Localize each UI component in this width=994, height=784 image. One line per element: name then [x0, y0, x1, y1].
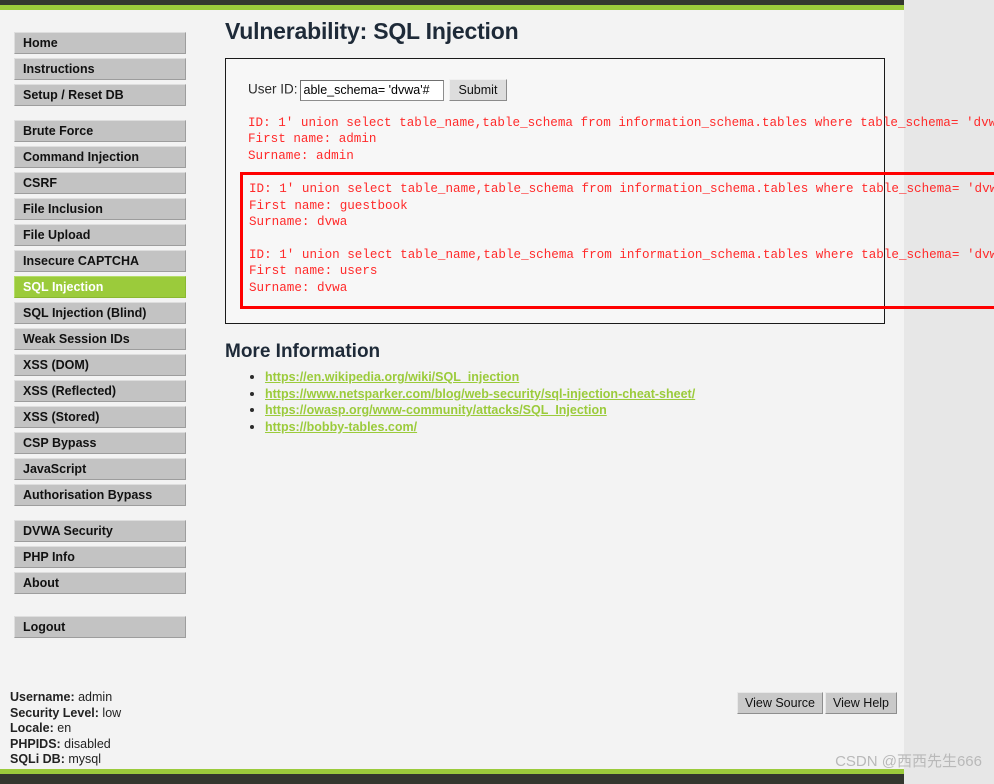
plain-result-line: ID: 1' union select table_name,table_sch… [248, 116, 994, 130]
plain-query-result: ID: 1' union select table_name,table_sch… [226, 115, 994, 164]
csdn-watermark: CSDN @西西先生666 [835, 753, 982, 770]
system-info-key: SQLi DB: [10, 752, 65, 766]
more-information-links: https://en.wikipedia.org/wiki/SQL_inject… [225, 369, 994, 435]
list-item: https://bobby-tables.com/ [265, 419, 994, 436]
sidebar-item-file-inclusion[interactable]: File Inclusion [14, 198, 186, 220]
sidebar-item-about[interactable]: About [14, 572, 186, 594]
highlighted-result-line: Surname: dvwa [249, 280, 348, 295]
system-info-key: PHPIDS: [10, 736, 61, 751]
sidebar-item-xss-reflected[interactable]: XSS (Reflected) [14, 380, 186, 402]
system-info-key: Username: [10, 690, 75, 704]
system-info-value: en [53, 721, 72, 735]
sidebar-item-xss-stored[interactable]: XSS (Stored) [14, 406, 186, 428]
sidebar-item-insecure-captcha[interactable]: Insecure CAPTCHA [14, 250, 186, 272]
highlighted-result-line: ID: 1' union select table_name,table_sch… [249, 247, 994, 262]
sidebar-item-home[interactable]: Home [14, 32, 186, 54]
plain-result-line: Surname: admin [248, 148, 354, 163]
highlighted-result-line: First name: users [249, 264, 378, 279]
sidebar-item-javascript[interactable]: JavaScript [14, 458, 186, 480]
highlighted-result-line: First name: guestbook [249, 198, 408, 213]
sidebar-item-authorisation-bypass[interactable]: Authorisation Bypass [14, 484, 186, 506]
system-info-row: SQLi DB: mysql [10, 752, 220, 768]
system-info-value: admin [74, 690, 113, 704]
list-item: https://owasp.org/www-community/attacks/… [265, 402, 994, 419]
main-content: Vulnerability: SQL Injection User ID: Sub… [225, 18, 994, 435]
user-id-input[interactable] [299, 79, 444, 101]
top-green-bar [0, 5, 904, 10]
bottom-dark-bar [0, 774, 904, 784]
plain-result-line: First name: admin [248, 132, 377, 147]
sidebar-item-file-upload[interactable]: File Upload [14, 224, 186, 246]
sidebar-item-brute-force[interactable]: Brute Force [14, 120, 186, 142]
more-info-link[interactable]: https://en.wikipedia.org/wiki/SQL_inject… [265, 370, 519, 384]
sidebar-group-divider [14, 510, 186, 520]
sidebar-item-command-injection[interactable]: Command Injection [14, 146, 186, 168]
more-info-link[interactable]: https://bobby-tables.com/ [265, 420, 417, 434]
system-info-row: PHPIDS: disabled [10, 737, 220, 753]
sidebar-item-sql-injection[interactable]: SQL Injection [14, 276, 186, 298]
view-help-button[interactable]: View Help [824, 692, 898, 714]
sidebar-item-weak-session-ids[interactable]: Weak Session IDs [14, 328, 186, 350]
system-info-panel: Username: admin Security Level: low Locale… [10, 690, 220, 768]
highlighted-result-box: ID: 1' union select table_name,table_sch… [240, 172, 994, 310]
system-info-key: Security Level: [10, 705, 99, 720]
highlighted-result-line: ID: 1' union select table_name,table_sch… [249, 182, 994, 197]
sidebar-item-sql-injection-blind[interactable]: SQL Injection (Blind) [14, 302, 186, 324]
vulnerability-panel: User ID: Submit ID: 1' union select table… [225, 58, 994, 325]
sidebar-item-php-info[interactable]: PHP Info [14, 546, 186, 568]
more-info-link[interactable]: https://www.netsparker.com/blog/web-secu… [265, 387, 695, 401]
view-source-button[interactable]: View Source [737, 692, 823, 714]
sidebar-item-xss-dom[interactable]: XSS (DOM) [14, 354, 186, 376]
highlighted-query-result: ID: 1' union select table_name,table_sch… [249, 181, 994, 296]
system-info-value: mysql [64, 752, 101, 766]
page-title: Vulnerability: SQL Injection [225, 18, 519, 44]
more-info-link[interactable]: https://owasp.org/www-community/attacks/… [265, 403, 607, 417]
system-info-row: Username: admin [10, 690, 220, 706]
sidebar-item-instructions[interactable]: Instructions [14, 58, 186, 80]
sidebar-item-logout[interactable]: Logout [14, 616, 186, 638]
system-info-value: low [98, 705, 122, 720]
user-id-form: User ID: Submit [226, 79, 884, 101]
sidebar-item-dvwa-security[interactable]: DVWA Security [14, 520, 186, 542]
user-id-label: User ID: [248, 81, 298, 97]
sidebar-item-csp-bypass[interactable]: CSP Bypass [14, 432, 186, 454]
highlighted-result-spacer [249, 230, 994, 246]
submit-button[interactable]: Submit [448, 79, 508, 101]
sidebar-group-divider [14, 598, 186, 616]
sidebar-nav: Home Instructions Setup / Reset DB Brute Fo… [14, 32, 186, 642]
list-item: https://en.wikipedia.org/wiki/SQL_inject… [265, 369, 994, 386]
sidebar-item-setup-reset-db[interactable]: Setup / Reset DB [14, 84, 186, 106]
list-item: https://www.netsparker.com/blog/web-secu… [265, 386, 994, 403]
system-info-row: Locale: en [10, 721, 220, 737]
system-info-row: Security Level: low [10, 706, 220, 722]
system-info-value: disabled [60, 736, 111, 751]
view-buttons-group: View Source View Help [737, 692, 898, 714]
highlighted-result-line: Surname: dvwa [249, 215, 348, 230]
more-information-heading: More Information [225, 341, 381, 363]
system-info-key: Locale: [10, 721, 54, 735]
page-frame: Home Instructions Setup / Reset DB Brute Fo… [0, 0, 994, 784]
sidebar-item-csrf[interactable]: CSRF [14, 172, 186, 194]
sidebar-group-divider [14, 110, 186, 120]
